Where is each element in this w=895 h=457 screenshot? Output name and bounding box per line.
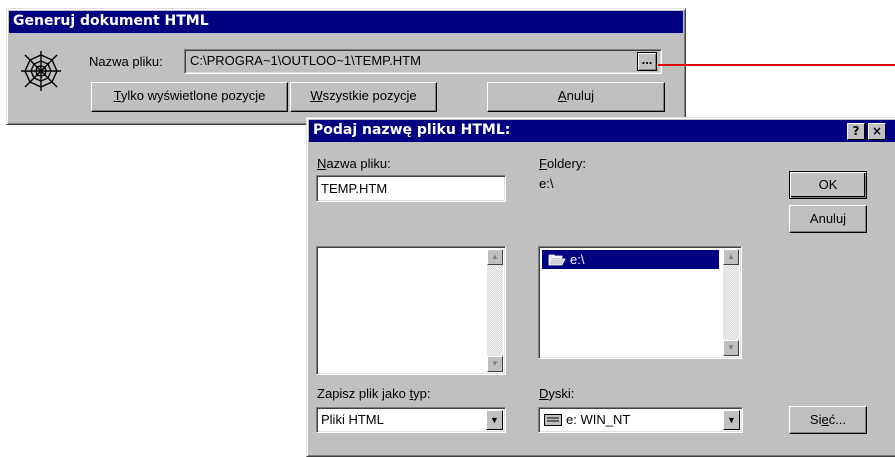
chevron-down-icon[interactable]: ▼: [486, 410, 503, 430]
generate-html-dialog: Generuj dokument HTML Nazwa pliku: C:\PR…: [6, 8, 686, 125]
file-list[interactable]: ▲ ▼: [316, 246, 506, 375]
save-filename-input[interactable]: TEMP.HTM: [316, 175, 506, 202]
drive-value: e: WIN_NT: [566, 412, 631, 427]
ok-button[interactable]: OK: [789, 171, 867, 199]
filetype-label: Zapisz plik jako typ:: [317, 386, 431, 401]
folders-label: Foldery:: [539, 156, 586, 171]
drives-select[interactable]: e: WIN_NT ▼: [538, 407, 743, 433]
scroll-down-arrow-icon[interactable]: ▼: [487, 356, 503, 372]
drives-label: Dyski:: [539, 386, 575, 401]
filename-path-field[interactable]: C:\PROGRA~1\OUTLOO~1\TEMP.HTM ...: [184, 49, 662, 74]
chevron-down-icon[interactable]: ▼: [723, 410, 740, 430]
visible-items-button[interactable]: Tylko wyświetlone pozycje: [91, 82, 288, 112]
pointer-line: [658, 64, 895, 66]
spider-web-icon: [19, 49, 63, 93]
all-items-button[interactable]: Wszystkie pozycje: [290, 82, 437, 112]
save-html-dialog: Podaj nazwę pliku HTML: ? × Nazwa pliku:…: [306, 117, 895, 457]
folder-item-label: e:\: [570, 252, 585, 267]
network-button[interactable]: Sieć...: [789, 406, 867, 434]
help-button[interactable]: ?: [847, 123, 865, 140]
close-button[interactable]: ×: [868, 123, 886, 140]
cancel-generate-button[interactable]: Anuluj: [487, 82, 665, 112]
filename-label: Nazwa pliku:: [89, 54, 163, 69]
current-folder-path: e:\: [539, 176, 554, 191]
browse-button[interactable]: ...: [637, 52, 657, 71]
open-folder-icon: [548, 253, 566, 269]
scroll-up-arrow-icon[interactable]: ▲: [723, 249, 739, 265]
save-filename-value: TEMP.HTM: [321, 181, 388, 196]
filetype-value: Pliki HTML: [321, 412, 384, 427]
save-dialog-title: Podaj nazwę pliku HTML:: [309, 120, 895, 142]
drive-icon: [544, 414, 562, 429]
filename-path-value: C:\PROGRA~1\OUTLOO~1\TEMP.HTM: [190, 53, 421, 68]
file-list-scrollbar[interactable]: ▲ ▼: [487, 249, 503, 372]
scroll-down-arrow-icon[interactable]: ▼: [723, 340, 739, 356]
folder-list-scrollbar[interactable]: ▲ ▼: [723, 249, 739, 356]
folder-item-selected[interactable]: e:\: [542, 250, 719, 269]
filetype-select[interactable]: Pliki HTML ▼: [316, 407, 506, 433]
cancel-save-button[interactable]: Anuluj: [789, 205, 867, 233]
folder-list[interactable]: e:\ ▲ ▼: [538, 246, 742, 359]
scroll-up-arrow-icon[interactable]: ▲: [487, 249, 503, 265]
save-filename-label: Nazwa pliku:: [317, 156, 391, 171]
generate-dialog-title: Generuj dokument HTML: [9, 11, 683, 33]
